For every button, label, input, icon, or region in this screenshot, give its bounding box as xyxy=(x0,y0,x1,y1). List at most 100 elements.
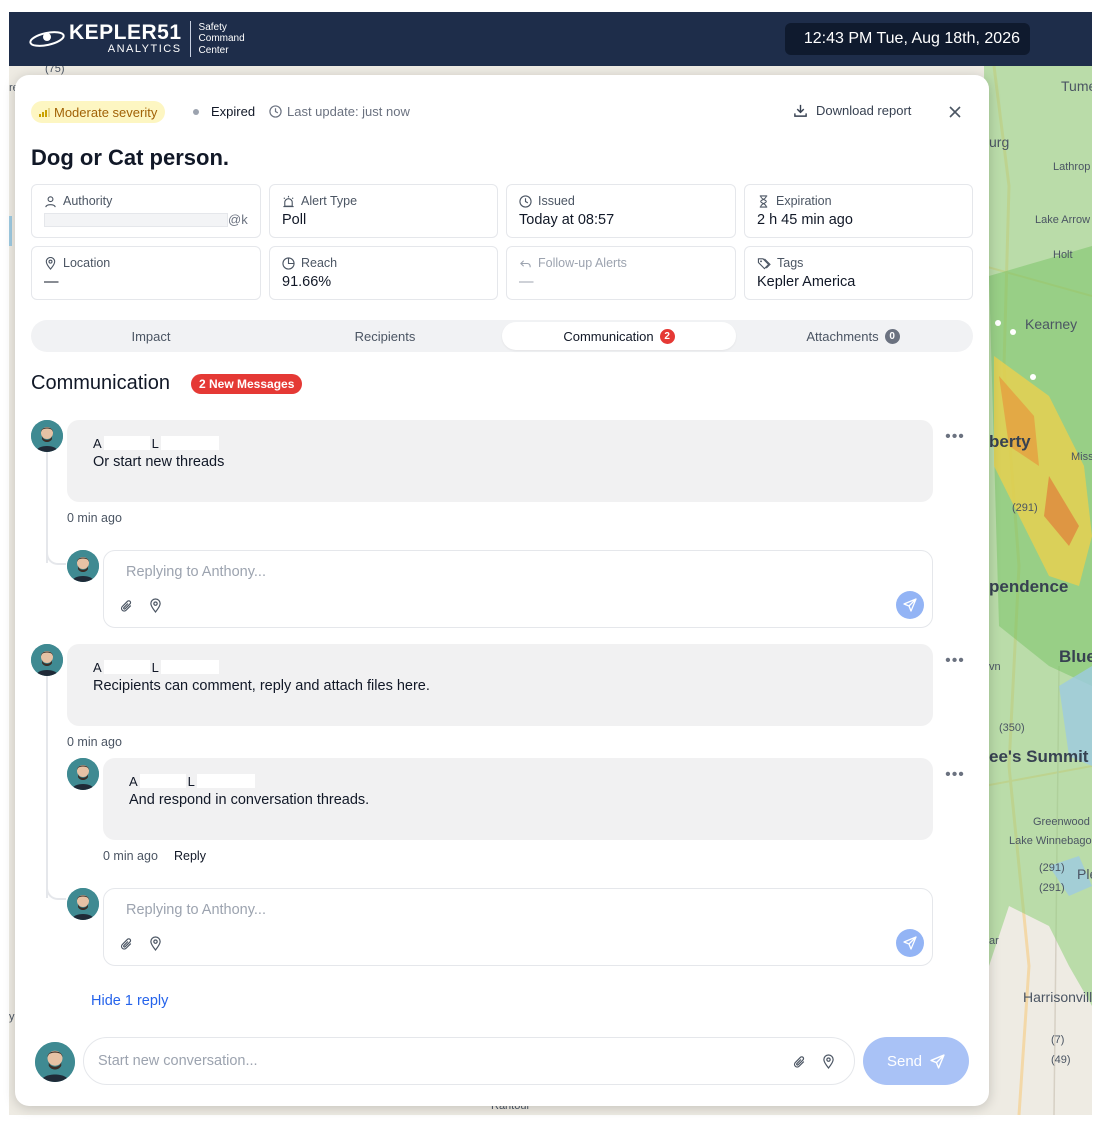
follow-up-label: Follow-up Alerts xyxy=(538,256,627,270)
map-label: Lathrop xyxy=(1053,161,1091,173)
hide-replies-link[interactable]: Hide 1 reply xyxy=(91,993,168,1009)
tab-label: Communication xyxy=(563,328,654,344)
redacted-name xyxy=(103,436,150,450)
last-update-text: Last update: just now xyxy=(287,104,410,119)
orbit-logo-icon xyxy=(27,27,67,51)
logo-tag-line: Center xyxy=(198,44,229,56)
map-label: Lake Winnebago xyxy=(1009,835,1092,847)
author-initial: L xyxy=(187,773,195,789)
send-button[interactable]: Send xyxy=(863,1037,969,1085)
status-text: Expired xyxy=(211,104,256,119)
map-label: ar xyxy=(989,935,999,947)
signal-bars-icon xyxy=(39,107,50,117)
reach-card: Reach 91.66% xyxy=(269,246,498,300)
map-label: Miss xyxy=(1071,451,1092,463)
tags-value: Kepler America xyxy=(757,274,856,290)
map-label: Tume xyxy=(1061,78,1092,94)
tab-label: Recipients xyxy=(354,328,416,344)
more-options-icon[interactable]: ••• xyxy=(945,652,965,669)
reply-button[interactable]: Reply xyxy=(174,849,206,863)
map-label: (291) xyxy=(1039,862,1065,874)
message-time: 0 min ago xyxy=(67,511,122,525)
reply-input[interactable] xyxy=(124,563,824,581)
map-label: Blue xyxy=(1059,647,1092,666)
communication-heading: Communication xyxy=(31,372,170,394)
send-icon xyxy=(903,598,917,612)
paperclip-icon[interactable] xyxy=(119,598,135,614)
map-label: y xyxy=(9,1011,15,1023)
message-bubble: A L Recipients can comment, reply and at… xyxy=(67,644,933,726)
tags-icon xyxy=(757,257,771,269)
expiration-card: Expiration 2 h 45 min ago xyxy=(744,184,973,238)
alert-type-value: Poll xyxy=(282,212,307,228)
redacted-name xyxy=(160,436,219,450)
message-author: A L xyxy=(129,772,907,790)
map-label: Greenwood xyxy=(1033,816,1090,828)
current-user-avatar xyxy=(35,1042,75,1082)
reply-box xyxy=(103,550,933,628)
alert-detail-panel: Moderate severity Expired Last update: j… xyxy=(15,75,989,1106)
tab-communication[interactable]: Communication 2 xyxy=(502,322,736,350)
message-text: Recipients can comment, reply and attach… xyxy=(93,678,430,694)
reach-label: Reach xyxy=(301,256,338,270)
message-time: 0 min ago xyxy=(67,735,122,749)
authority-email-suffix: @k... xyxy=(228,212,248,227)
send-reply-button[interactable] xyxy=(896,591,924,619)
alert-type-label: Alert Type xyxy=(301,194,358,208)
clock-icon xyxy=(269,105,282,118)
reply-input[interactable] xyxy=(124,901,824,919)
thread-connector xyxy=(46,886,66,900)
tab-recipients[interactable]: Recipients xyxy=(268,322,502,350)
map-label: Kearney xyxy=(1025,316,1078,332)
more-options-icon[interactable]: ••• xyxy=(945,428,965,445)
message-time: 0 min ago xyxy=(103,849,158,863)
alert-title: Dog or Cat person. xyxy=(31,145,230,170)
tags-card: Tags Kepler America xyxy=(744,246,973,300)
tags-label: Tags xyxy=(777,256,804,270)
download-report-label: Download report xyxy=(816,103,912,118)
location-pin-icon xyxy=(45,256,56,270)
send-label: Send xyxy=(886,1052,923,1070)
new-conversation-box xyxy=(83,1037,855,1085)
download-report-button[interactable]: Download report xyxy=(793,103,911,118)
message-author: A L xyxy=(93,658,907,676)
map-label: ee's Summit xyxy=(989,747,1089,766)
new-conversation-input[interactable] xyxy=(96,1052,776,1070)
severity-label: Moderate severity xyxy=(54,104,158,120)
top-bar: KEPLER51 ANALYTICS Safety Command Center… xyxy=(9,12,1092,66)
tab-impact[interactable]: Impact xyxy=(34,322,268,350)
thread-connector xyxy=(46,551,66,565)
map-label: pendence xyxy=(989,577,1069,596)
new-messages-badge: 2 New Messages xyxy=(191,374,303,394)
more-options-icon[interactable]: ••• xyxy=(945,766,965,783)
map-label: (291) xyxy=(1012,502,1038,514)
logo-wordmark: KEPLER51 xyxy=(69,21,182,44)
redacted-name xyxy=(160,660,219,674)
authority-label: Authority xyxy=(63,194,113,208)
tab-attachments[interactable]: Attachments 0 xyxy=(736,322,970,350)
tab-label: Impact xyxy=(131,328,171,344)
message-bubble: A L Or start new threads xyxy=(67,420,933,502)
siren-icon xyxy=(283,195,294,207)
paperclip-icon[interactable] xyxy=(119,936,135,952)
issued-value: Today at 08:57 xyxy=(519,212,615,228)
map-label: (291) xyxy=(1039,882,1065,894)
reply-bubble: A L And respond in conversation threads. xyxy=(103,758,933,840)
location-pin-icon[interactable] xyxy=(147,597,163,613)
paperclip-icon[interactable] xyxy=(792,1054,808,1070)
authority-card: Authority @k... xyxy=(31,184,261,238)
follow-up-alerts-card: Follow-up Alerts — xyxy=(506,246,736,300)
location-pin-icon[interactable] xyxy=(820,1053,836,1069)
send-reply-button[interactable] xyxy=(896,929,924,957)
location-pin-icon[interactable] xyxy=(147,935,163,951)
map-label: (7) xyxy=(1051,1034,1065,1046)
last-update: Last update: just now xyxy=(269,104,410,119)
map-label: Holt xyxy=(1053,249,1073,261)
message-text: Or start new threads xyxy=(93,454,225,470)
user-icon xyxy=(45,195,56,207)
close-button[interactable] xyxy=(945,102,965,122)
logo-divider xyxy=(189,21,191,57)
redacted-name xyxy=(139,774,186,788)
hourglass-icon xyxy=(759,194,768,208)
issued-card: Issued Today at 08:57 xyxy=(506,184,736,238)
